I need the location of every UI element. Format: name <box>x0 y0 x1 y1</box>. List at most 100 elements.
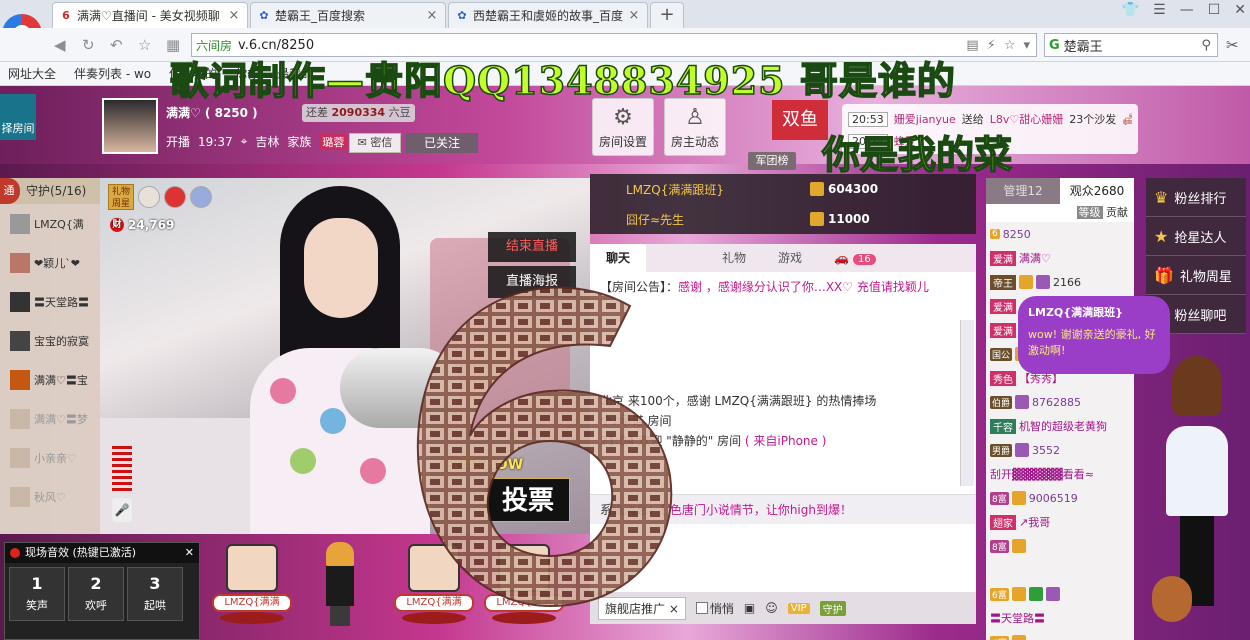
room-list-button[interactable]: 择房间 <box>0 94 36 140</box>
fan-ranking-button[interactable]: ♛ 粉丝排行 <box>1146 178 1246 217</box>
close-window-icon[interactable]: ✕ <box>1234 2 1246 18</box>
end-live-button[interactable]: 结束直播 <box>488 232 576 262</box>
bookmark-item[interactable]: 伴奏列表 - wo <box>74 65 151 82</box>
tab-title: 满满♡直播间 - 美女视频聊 <box>77 9 220 23</box>
close-icon[interactable]: × <box>627 8 641 23</box>
user-row[interactable]: 帝王 2166 <box>986 270 1134 294</box>
menu-icon[interactable]: ☰ <box>1153 2 1166 18</box>
gift-icon[interactable] <box>138 186 160 208</box>
guard-item[interactable]: ❤颖儿`❤ <box>0 243 100 282</box>
user-row[interactable]: 千容 机智的超级老黄狗 <box>986 414 1134 438</box>
gift-week-button[interactable]: 🎁 礼物周星 <box>1146 256 1246 295</box>
back-icon[interactable]: ◀ <box>54 36 66 54</box>
user-row[interactable]: 男爵 3552 <box>986 438 1134 462</box>
user-row[interactable]: 6 8250 <box>986 222 1134 246</box>
guard-item[interactable]: LMZQ{满 <box>0 204 100 243</box>
emoji-icon[interactable]: ☺ <box>765 601 778 615</box>
guard-item[interactable]: 满满♡〓梦 <box>0 399 100 438</box>
pisces-badge[interactable]: 双鱼 <box>772 100 828 140</box>
user-row[interactable]: 〓天堂路〓 <box>986 606 1134 630</box>
tools-icon[interactable]: ✂ <box>1226 36 1239 54</box>
tab-admins[interactable]: 管理12 <box>986 178 1060 204</box>
close-icon[interactable]: × <box>227 8 241 23</box>
sound-effects-title: 现场音效 (热键已激活) ✕ <box>5 543 199 563</box>
live-poster-button[interactable]: 直播海报 <box>488 266 576 298</box>
refresh-icon[interactable]: ↻ <box>82 36 95 54</box>
tab-baidu-story[interactable]: ✿ 西楚霸王和虞姬的故事_百度 × <box>448 2 648 28</box>
user-row[interactable]: 4富 <box>986 630 1134 640</box>
image-icon[interactable]: ▣ <box>744 601 755 615</box>
minimize-icon[interactable]: — <box>1180 2 1194 18</box>
maximize-icon[interactable]: ☐ <box>1208 2 1221 18</box>
close-icon[interactable]: ✕ <box>185 543 194 563</box>
search-box[interactable]: G 楚霸王 ⚲ <box>1044 33 1218 57</box>
star-grab-button[interactable]: ★ 抢星达人 <box>1146 217 1246 256</box>
army-rank-button[interactable]: 军团榜 <box>748 152 796 170</box>
shirt-icon[interactable]: 👕 <box>1122 2 1139 18</box>
guard-button[interactable]: 守护 <box>819 600 846 616</box>
guard-item[interactable]: 满满♡〓宝 <box>0 360 100 399</box>
chat-input[interactable] <box>590 524 976 592</box>
shop-promo-button[interactable]: 旗舰店推广 × <box>598 596 686 620</box>
tab-baidu-search[interactable]: ✿ 楚霸王_百度搜索 × <box>250 2 446 28</box>
plane-icon[interactable] <box>190 186 212 208</box>
vote-button[interactable]: 投票 <box>486 478 570 522</box>
search-engine-icon[interactable]: G <box>1049 38 1060 53</box>
tab-games[interactable]: 游戏 <box>762 244 818 272</box>
star-icon: ★ <box>1154 226 1169 246</box>
chat-scrollbar[interactable] <box>960 320 974 486</box>
sfx-cheer-button[interactable]: 2 欢呼 <box>68 567 124 621</box>
guard-item[interactable]: 秋风♡ <box>0 477 100 516</box>
tab-gifts[interactable]: 礼物 <box>706 244 762 272</box>
guard-item[interactable]: 宝宝的寂寞 <box>0 321 100 360</box>
whisper-checkbox[interactable]: 悄悄 <box>695 600 734 617</box>
volume-meter[interactable] <box>112 446 132 492</box>
guard-item[interactable]: 〓天堂路〓 <box>0 282 100 321</box>
gift-figure[interactable]: LMZQ{满满 <box>394 542 474 626</box>
dropdown-icon[interactable]: ▾ <box>1023 38 1030 53</box>
rank-row[interactable]: 囧仔≈先生 11000 <box>590 204 976 234</box>
tab-live-room[interactable]: 6 满满♡直播间 - 美女视频聊 × <box>52 2 248 28</box>
user-row[interactable]: 翅家 ↗我哥 <box>986 510 1134 534</box>
user-row[interactable]: 8富 9006519 <box>986 486 1134 510</box>
new-tab-button[interactable]: + <box>650 2 684 28</box>
tab-audience[interactable]: 观众2680 <box>1060 178 1134 204</box>
user-row[interactable] <box>986 558 1134 582</box>
sfx-boo-button[interactable]: 3 起哄 <box>127 567 183 621</box>
gear-icon: ⚙ <box>613 105 633 130</box>
follow-button[interactable]: 已关注 <box>406 133 478 153</box>
host-news-button[interactable]: ♙ 房主动态 <box>664 98 726 156</box>
tab-chat[interactable]: 聊天 <box>590 244 647 272</box>
cartoon-boy[interactable] <box>318 542 362 626</box>
undo-icon[interactable]: ↶ <box>110 36 123 54</box>
tab-car[interactable]: 🚗 16 <box>818 244 892 272</box>
private-message-button[interactable]: ✉ 密信 <box>349 133 401 153</box>
microphone-icon[interactable]: 🎤 <box>112 498 132 522</box>
guard-item[interactable]: 小亲亲♡ <box>0 438 100 477</box>
search-icon[interactable]: ⚲ <box>1201 38 1211 53</box>
user-row[interactable]: 8富 <box>986 534 1134 558</box>
sort-level[interactable]: 等级 <box>1076 206 1103 219</box>
user-row[interactable]: 伯爵 8762885 <box>986 390 1134 414</box>
lyric-line-2: 你是我的菜 <box>821 131 1013 178</box>
search-input[interactable]: 楚霸王 <box>1064 36 1103 55</box>
user-row[interactable]: 6富 <box>986 582 1134 606</box>
close-icon[interactable]: × <box>425 8 439 23</box>
list-icon[interactable]: ▤ <box>966 38 978 53</box>
user-row[interactable]: 爱满 满满♡ <box>986 246 1134 270</box>
host-avatar[interactable] <box>102 98 158 154</box>
gift-figure[interactable]: LMZQ{满满 <box>484 542 564 626</box>
lightning-icon[interactable]: ⚡ <box>987 38 996 53</box>
tab-title: 西楚霸王和虞姬的故事_百度 <box>473 9 624 23</box>
user-row[interactable]: 刮开▓▓▓▓▓▓看看≈ <box>986 462 1134 486</box>
vip-button[interactable]: VIP <box>787 602 810 614</box>
gift-week-badge[interactable]: 礼物周星 <box>108 184 134 210</box>
sfx-laugh-button[interactable]: 1 笑声 <box>9 567 65 621</box>
bookmark-item[interactable]: 网址大全 <box>8 65 56 82</box>
gift-figure[interactable]: LMZQ{满满 <box>212 542 292 626</box>
room-settings-button[interactable]: ⚙ 房间设置 <box>592 98 654 156</box>
car-icon[interactable] <box>164 186 186 208</box>
favorite-icon[interactable]: ☆ <box>1004 38 1016 53</box>
sort-contribution[interactable]: 贡献 <box>1106 206 1128 219</box>
star-icon[interactable]: ☆ <box>138 36 151 54</box>
